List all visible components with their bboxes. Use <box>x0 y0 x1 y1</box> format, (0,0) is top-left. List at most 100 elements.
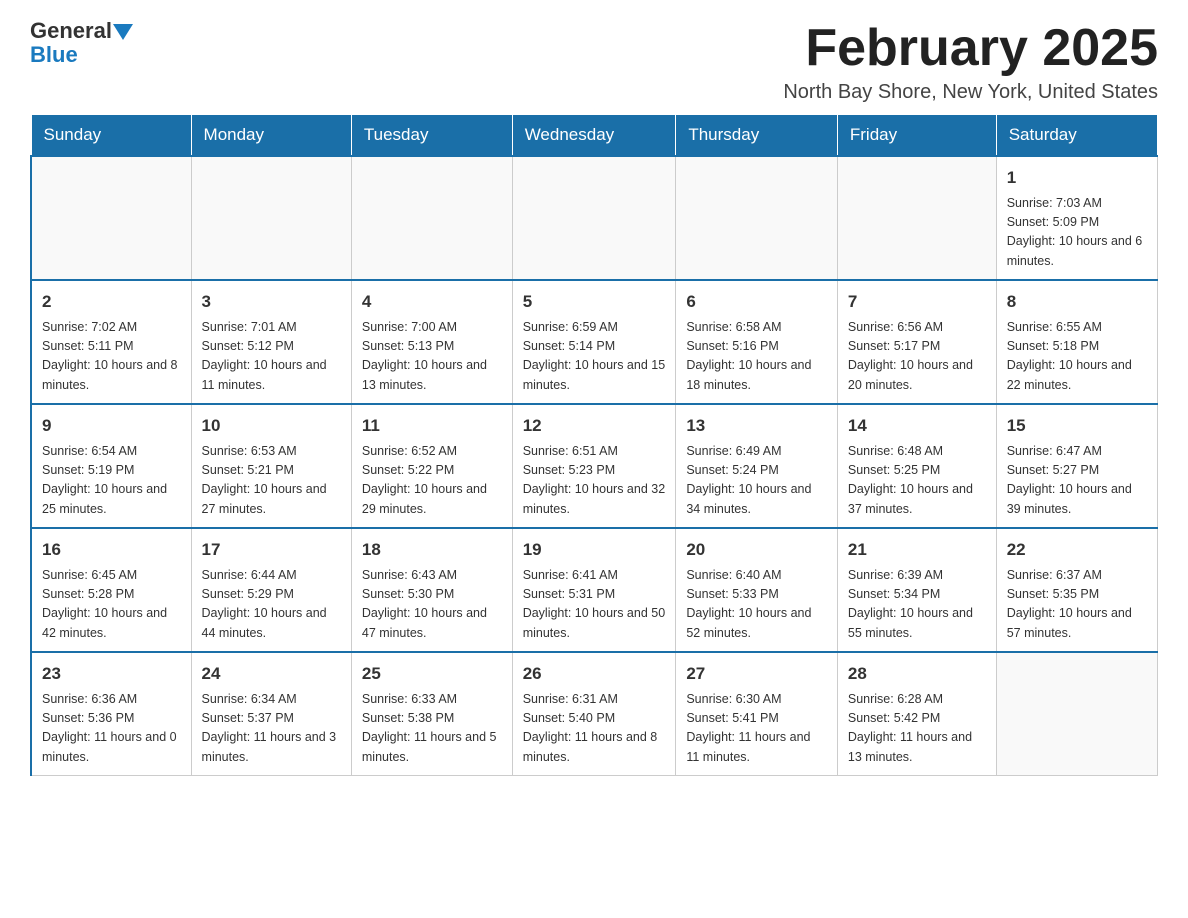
calendar-table: Sunday Monday Tuesday Wednesday Thursday… <box>30 114 1158 776</box>
day-info: Sunrise: 6:56 AMSunset: 5:17 PMDaylight:… <box>848 318 986 396</box>
day-info: Sunrise: 6:39 AMSunset: 5:34 PMDaylight:… <box>848 566 986 644</box>
table-row: 16 Sunrise: 6:45 AMSunset: 5:28 PMDayligh… <box>31 528 191 652</box>
day-number: 21 <box>848 537 986 563</box>
calendar-header-row: Sunday Monday Tuesday Wednesday Thursday… <box>31 115 1158 157</box>
calendar-week-row: 16 Sunrise: 6:45 AMSunset: 5:28 PMDayligh… <box>31 528 1158 652</box>
day-info: Sunrise: 6:44 AMSunset: 5:29 PMDaylight:… <box>202 566 341 644</box>
day-number: 12 <box>523 413 666 439</box>
day-number: 20 <box>686 537 827 563</box>
day-info: Sunrise: 6:34 AMSunset: 5:37 PMDaylight:… <box>202 690 341 768</box>
day-number: 1 <box>1007 165 1147 191</box>
table-row: 10Sunrise: 6:53 AMSunset: 5:21 PMDayligh… <box>191 404 351 528</box>
day-number: 7 <box>848 289 986 315</box>
day-number: 3 <box>202 289 341 315</box>
day-number: 5 <box>523 289 666 315</box>
table-row: 6Sunrise: 6:58 AMSunset: 5:16 PMDaylight… <box>676 280 838 404</box>
table-row <box>31 156 191 280</box>
table-row <box>351 156 512 280</box>
day-info: Sunrise: 6:59 AMSunset: 5:14 PMDaylight:… <box>523 318 666 396</box>
day-info: Sunrise: 7:03 AMSunset: 5:09 PMDaylight:… <box>1007 194 1147 272</box>
day-number: 27 <box>686 661 827 687</box>
day-number: 19 <box>523 537 666 563</box>
day-info: Sunrise: 6:31 AMSunset: 5:40 PMDaylight:… <box>523 690 666 768</box>
table-row: 5 Sunrise: 6:59 AMSunset: 5:14 PMDaylight… <box>512 280 676 404</box>
table-row: 20 Sunrise: 6:40 AMSunset: 5:33 PMDayligh… <box>676 528 838 652</box>
col-tuesday: Tuesday <box>351 115 512 157</box>
day-number: 26 <box>523 661 666 687</box>
day-info: Sunrise: 6:40 AMSunset: 5:33 PMDaylight:… <box>686 566 827 644</box>
page-header: General Blue February 2025 North Bay Sho… <box>30 20 1158 104</box>
day-info: Sunrise: 7:00 AMSunset: 5:13 PMDaylight:… <box>362 318 502 396</box>
day-number: 15 <box>1007 413 1147 439</box>
day-number: 9 <box>42 413 181 439</box>
day-number: 24 <box>202 661 341 687</box>
day-info: Sunrise: 6:53 AMSunset: 5:21 PMDaylight:… <box>202 442 341 520</box>
day-number: 2 <box>42 289 181 315</box>
day-info: Sunrise: 6:43 AMSunset: 5:30 PMDaylight:… <box>362 566 502 644</box>
table-row: 25Sunrise: 6:33 AMSunset: 5:38 PMDayligh… <box>351 652 512 776</box>
table-row: 26 Sunrise: 6:31 AMSunset: 5:40 PMDayligh… <box>512 652 676 776</box>
col-thursday: Thursday <box>676 115 838 157</box>
logo-blue-text: Blue <box>30 42 78 67</box>
table-row: 27 Sunrise: 6:30 AMSunset: 5:41 PMDayligh… <box>676 652 838 776</box>
table-row: 14 Sunrise: 6:48 AMSunset: 5:25 PMDayligh… <box>837 404 996 528</box>
logo-general-text: General <box>30 20 112 42</box>
table-row <box>512 156 676 280</box>
month-title: February 2025 <box>783 20 1158 77</box>
col-wednesday: Wednesday <box>512 115 676 157</box>
table-row: 11 Sunrise: 6:52 AMSunset: 5:22 PMDayligh… <box>351 404 512 528</box>
table-row: 15 Sunrise: 6:47 AMSunset: 5:27 PMDayligh… <box>996 404 1157 528</box>
table-row: 18 Sunrise: 6:43 AMSunset: 5:30 PMDayligh… <box>351 528 512 652</box>
calendar-week-row: 2 Sunrise: 7:02 AMSunset: 5:11 PMDaylight… <box>31 280 1158 404</box>
day-info: Sunrise: 6:47 AMSunset: 5:27 PMDaylight:… <box>1007 442 1147 520</box>
day-number: 14 <box>848 413 986 439</box>
day-number: 16 <box>42 537 181 563</box>
day-number: 23 <box>42 661 181 687</box>
day-info: Sunrise: 6:49 AMSunset: 5:24 PMDaylight:… <box>686 442 827 520</box>
day-info: Sunrise: 7:02 AMSunset: 5:11 PMDaylight:… <box>42 318 181 396</box>
table-row: 19 Sunrise: 6:41 AMSunset: 5:31 PMDayligh… <box>512 528 676 652</box>
day-info: Sunrise: 6:48 AMSunset: 5:25 PMDaylight:… <box>848 442 986 520</box>
day-number: 18 <box>362 537 502 563</box>
day-info: Sunrise: 6:45 AMSunset: 5:28 PMDaylight:… <box>42 566 181 644</box>
day-info: Sunrise: 6:55 AMSunset: 5:18 PMDaylight:… <box>1007 318 1147 396</box>
table-row: 24 Sunrise: 6:34 AMSunset: 5:37 PMDayligh… <box>191 652 351 776</box>
table-row: 13Sunrise: 6:49 AMSunset: 5:24 PMDayligh… <box>676 404 838 528</box>
table-row <box>676 156 838 280</box>
logo-triangle-icon <box>113 24 133 40</box>
day-info: Sunrise: 6:30 AMSunset: 5:41 PMDaylight:… <box>686 690 827 768</box>
table-row: 4 Sunrise: 7:00 AMSunset: 5:13 PMDaylight… <box>351 280 512 404</box>
table-row: 21 Sunrise: 6:39 AMSunset: 5:34 PMDayligh… <box>837 528 996 652</box>
col-monday: Monday <box>191 115 351 157</box>
col-friday: Friday <box>837 115 996 157</box>
table-row <box>837 156 996 280</box>
day-info: Sunrise: 6:36 AMSunset: 5:36 PMDaylight:… <box>42 690 181 768</box>
day-number: 6 <box>686 289 827 315</box>
logo: General Blue <box>30 20 134 68</box>
day-number: 28 <box>848 661 986 687</box>
day-info: Sunrise: 6:33 AMSunset: 5:38 PMDaylight:… <box>362 690 502 768</box>
day-info: Sunrise: 6:41 AMSunset: 5:31 PMDaylight:… <box>523 566 666 644</box>
calendar-week-row: 1 Sunrise: 7:03 AMSunset: 5:09 PMDaylight… <box>31 156 1158 280</box>
table-row: 8 Sunrise: 6:55 AMSunset: 5:18 PMDaylight… <box>996 280 1157 404</box>
table-row <box>191 156 351 280</box>
table-row: 12Sunrise: 6:51 AMSunset: 5:23 PMDayligh… <box>512 404 676 528</box>
day-info: Sunrise: 6:54 AMSunset: 5:19 PMDaylight:… <box>42 442 181 520</box>
table-row: 2 Sunrise: 7:02 AMSunset: 5:11 PMDaylight… <box>31 280 191 404</box>
table-row: 23 Sunrise: 6:36 AMSunset: 5:36 PMDayligh… <box>31 652 191 776</box>
col-saturday: Saturday <box>996 115 1157 157</box>
table-row: 9 Sunrise: 6:54 AMSunset: 5:19 PMDaylight… <box>31 404 191 528</box>
calendar-week-row: 23 Sunrise: 6:36 AMSunset: 5:36 PMDayligh… <box>31 652 1158 776</box>
calendar-week-row: 9 Sunrise: 6:54 AMSunset: 5:19 PMDaylight… <box>31 404 1158 528</box>
table-row: 28Sunrise: 6:28 AMSunset: 5:42 PMDayligh… <box>837 652 996 776</box>
day-number: 8 <box>1007 289 1147 315</box>
day-number: 17 <box>202 537 341 563</box>
day-number: 4 <box>362 289 502 315</box>
table-row: 1 Sunrise: 7:03 AMSunset: 5:09 PMDaylight… <box>996 156 1157 280</box>
table-row: 7 Sunrise: 6:56 AMSunset: 5:17 PMDaylight… <box>837 280 996 404</box>
table-row <box>996 652 1157 776</box>
day-number: 11 <box>362 413 502 439</box>
day-info: Sunrise: 6:37 AMSunset: 5:35 PMDaylight:… <box>1007 566 1147 644</box>
day-info: Sunrise: 6:52 AMSunset: 5:22 PMDaylight:… <box>362 442 502 520</box>
table-row: 17 Sunrise: 6:44 AMSunset: 5:29 PMDayligh… <box>191 528 351 652</box>
